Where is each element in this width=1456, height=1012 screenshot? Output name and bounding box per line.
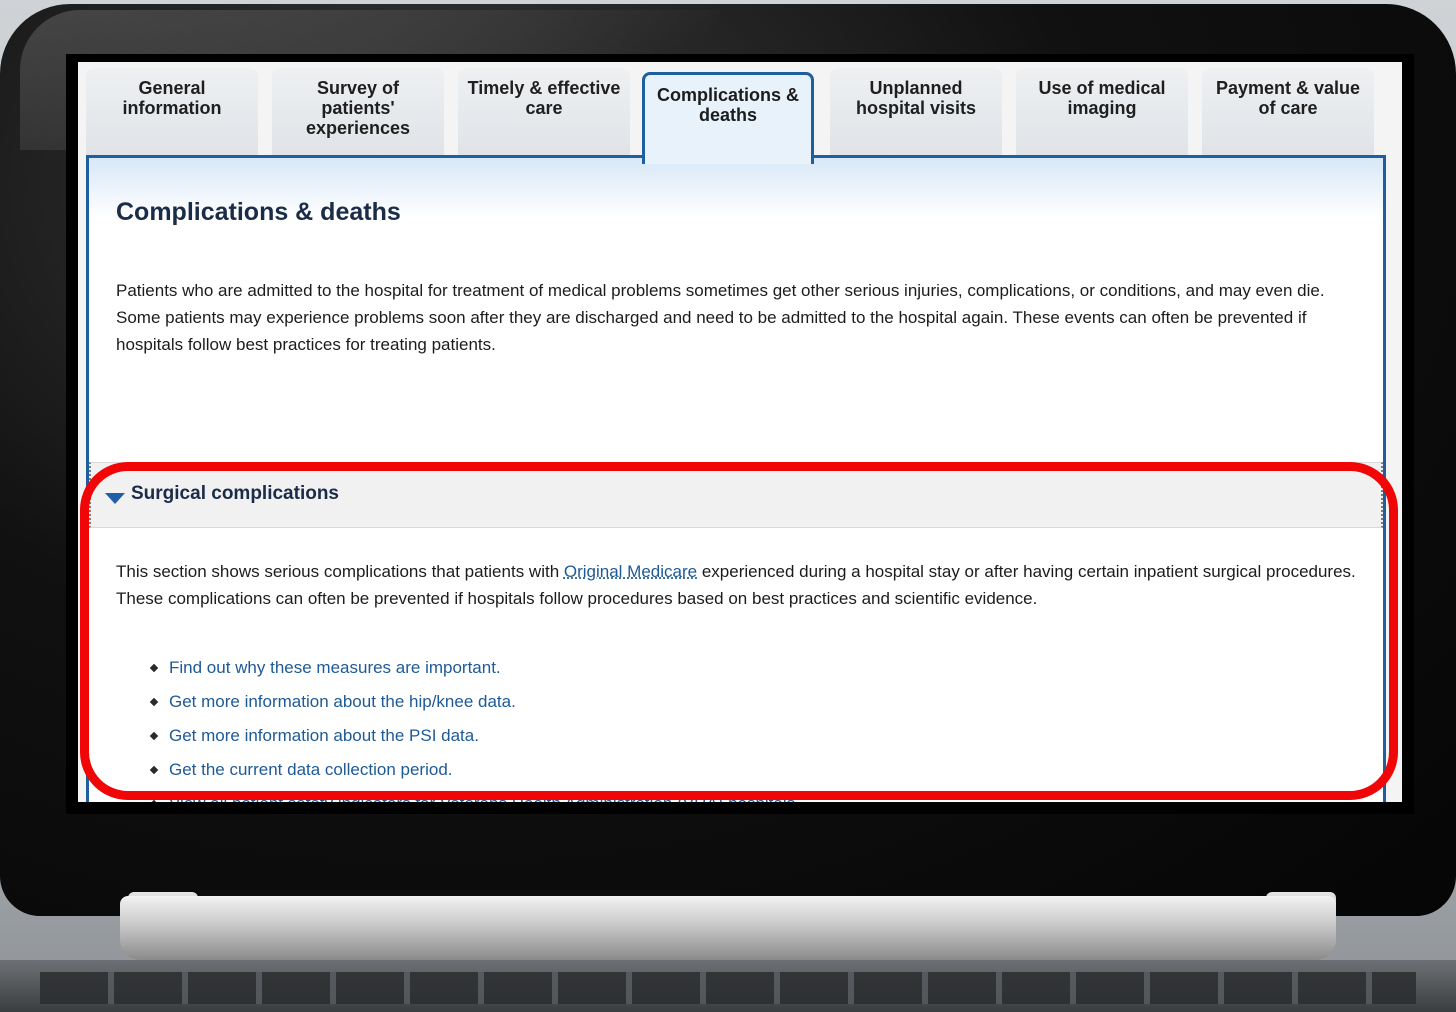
link-label: Get more information about the hip/knee … [169,692,516,711]
link-label: Get more information about the PSI data. [169,726,479,745]
tab-label: Complications & deaths [656,85,799,125]
resource-links-list: Find out why these measures are importan… [147,651,800,802]
tab-unplanned-hospital-visits[interactable]: Unplanned hospital visits [830,68,1002,158]
bullet-icon [149,663,159,673]
section-description: This section shows serious complications… [116,558,1356,612]
link-label: View all patient safety indicators for V… [169,794,800,802]
accordion-header-surgical-complications[interactable]: Surgical complications [89,462,1383,528]
section-text-start: This section shows serious complications… [116,562,564,581]
tab-timely-effective-care[interactable]: Timely & effective care [458,68,630,158]
laptop-hinge [120,896,1336,960]
keyboard-row [40,972,1416,1004]
bullet-icon [149,731,159,741]
tab-label: Use of medical imaging [1038,78,1166,118]
tab-label: General information [122,78,222,118]
intro-text: Patients who are admitted to the hospita… [116,281,1325,354]
original-medicare-link[interactable]: Original Medicare [564,562,697,581]
tab-label: Unplanned hospital visits [855,78,977,118]
caret-down-icon [105,493,125,504]
browser-viewport: General information Survey of patients' … [78,62,1402,802]
tab-panel: Complications & deaths Patients who are … [86,155,1386,802]
link-data-collection-period[interactable]: Get the current data collection period. [147,753,800,787]
page-title: Complications & deaths [116,198,401,226]
link-vha-patient-safety-indicators[interactable]: View all patient safety indicators for V… [147,787,800,802]
tab-survey-of-patients-experiences[interactable]: Survey of patients' experiences [272,68,444,158]
link-label: Get the current data collection period. [169,760,453,779]
tab-label: Survey of patients' experiences [305,78,411,138]
tab-complications-deaths[interactable]: Complications & deaths [642,72,814,164]
tab-use-of-medical-imaging[interactable]: Use of medical imaging [1016,68,1188,158]
tab-bar: General information Survey of patients' … [86,68,1386,164]
tab-general-information[interactable]: General information [86,68,258,158]
bullet-icon [149,799,159,802]
section-title: Surgical complications [131,483,339,504]
link-label: Find out why these measures are importan… [169,658,501,677]
tab-label: Payment & value of care [1215,78,1361,118]
tab-label: Timely & effective care [467,78,621,118]
tab-payment-value-of-care[interactable]: Payment & value of care [1202,68,1374,158]
link-why-measures-important[interactable]: Find out why these measures are importan… [147,651,800,685]
link-psi-data[interactable]: Get more information about the PSI data. [147,719,800,753]
bullet-icon [149,765,159,775]
bullet-icon [149,697,159,707]
link-hip-knee-data[interactable]: Get more information about the hip/knee … [147,685,800,719]
